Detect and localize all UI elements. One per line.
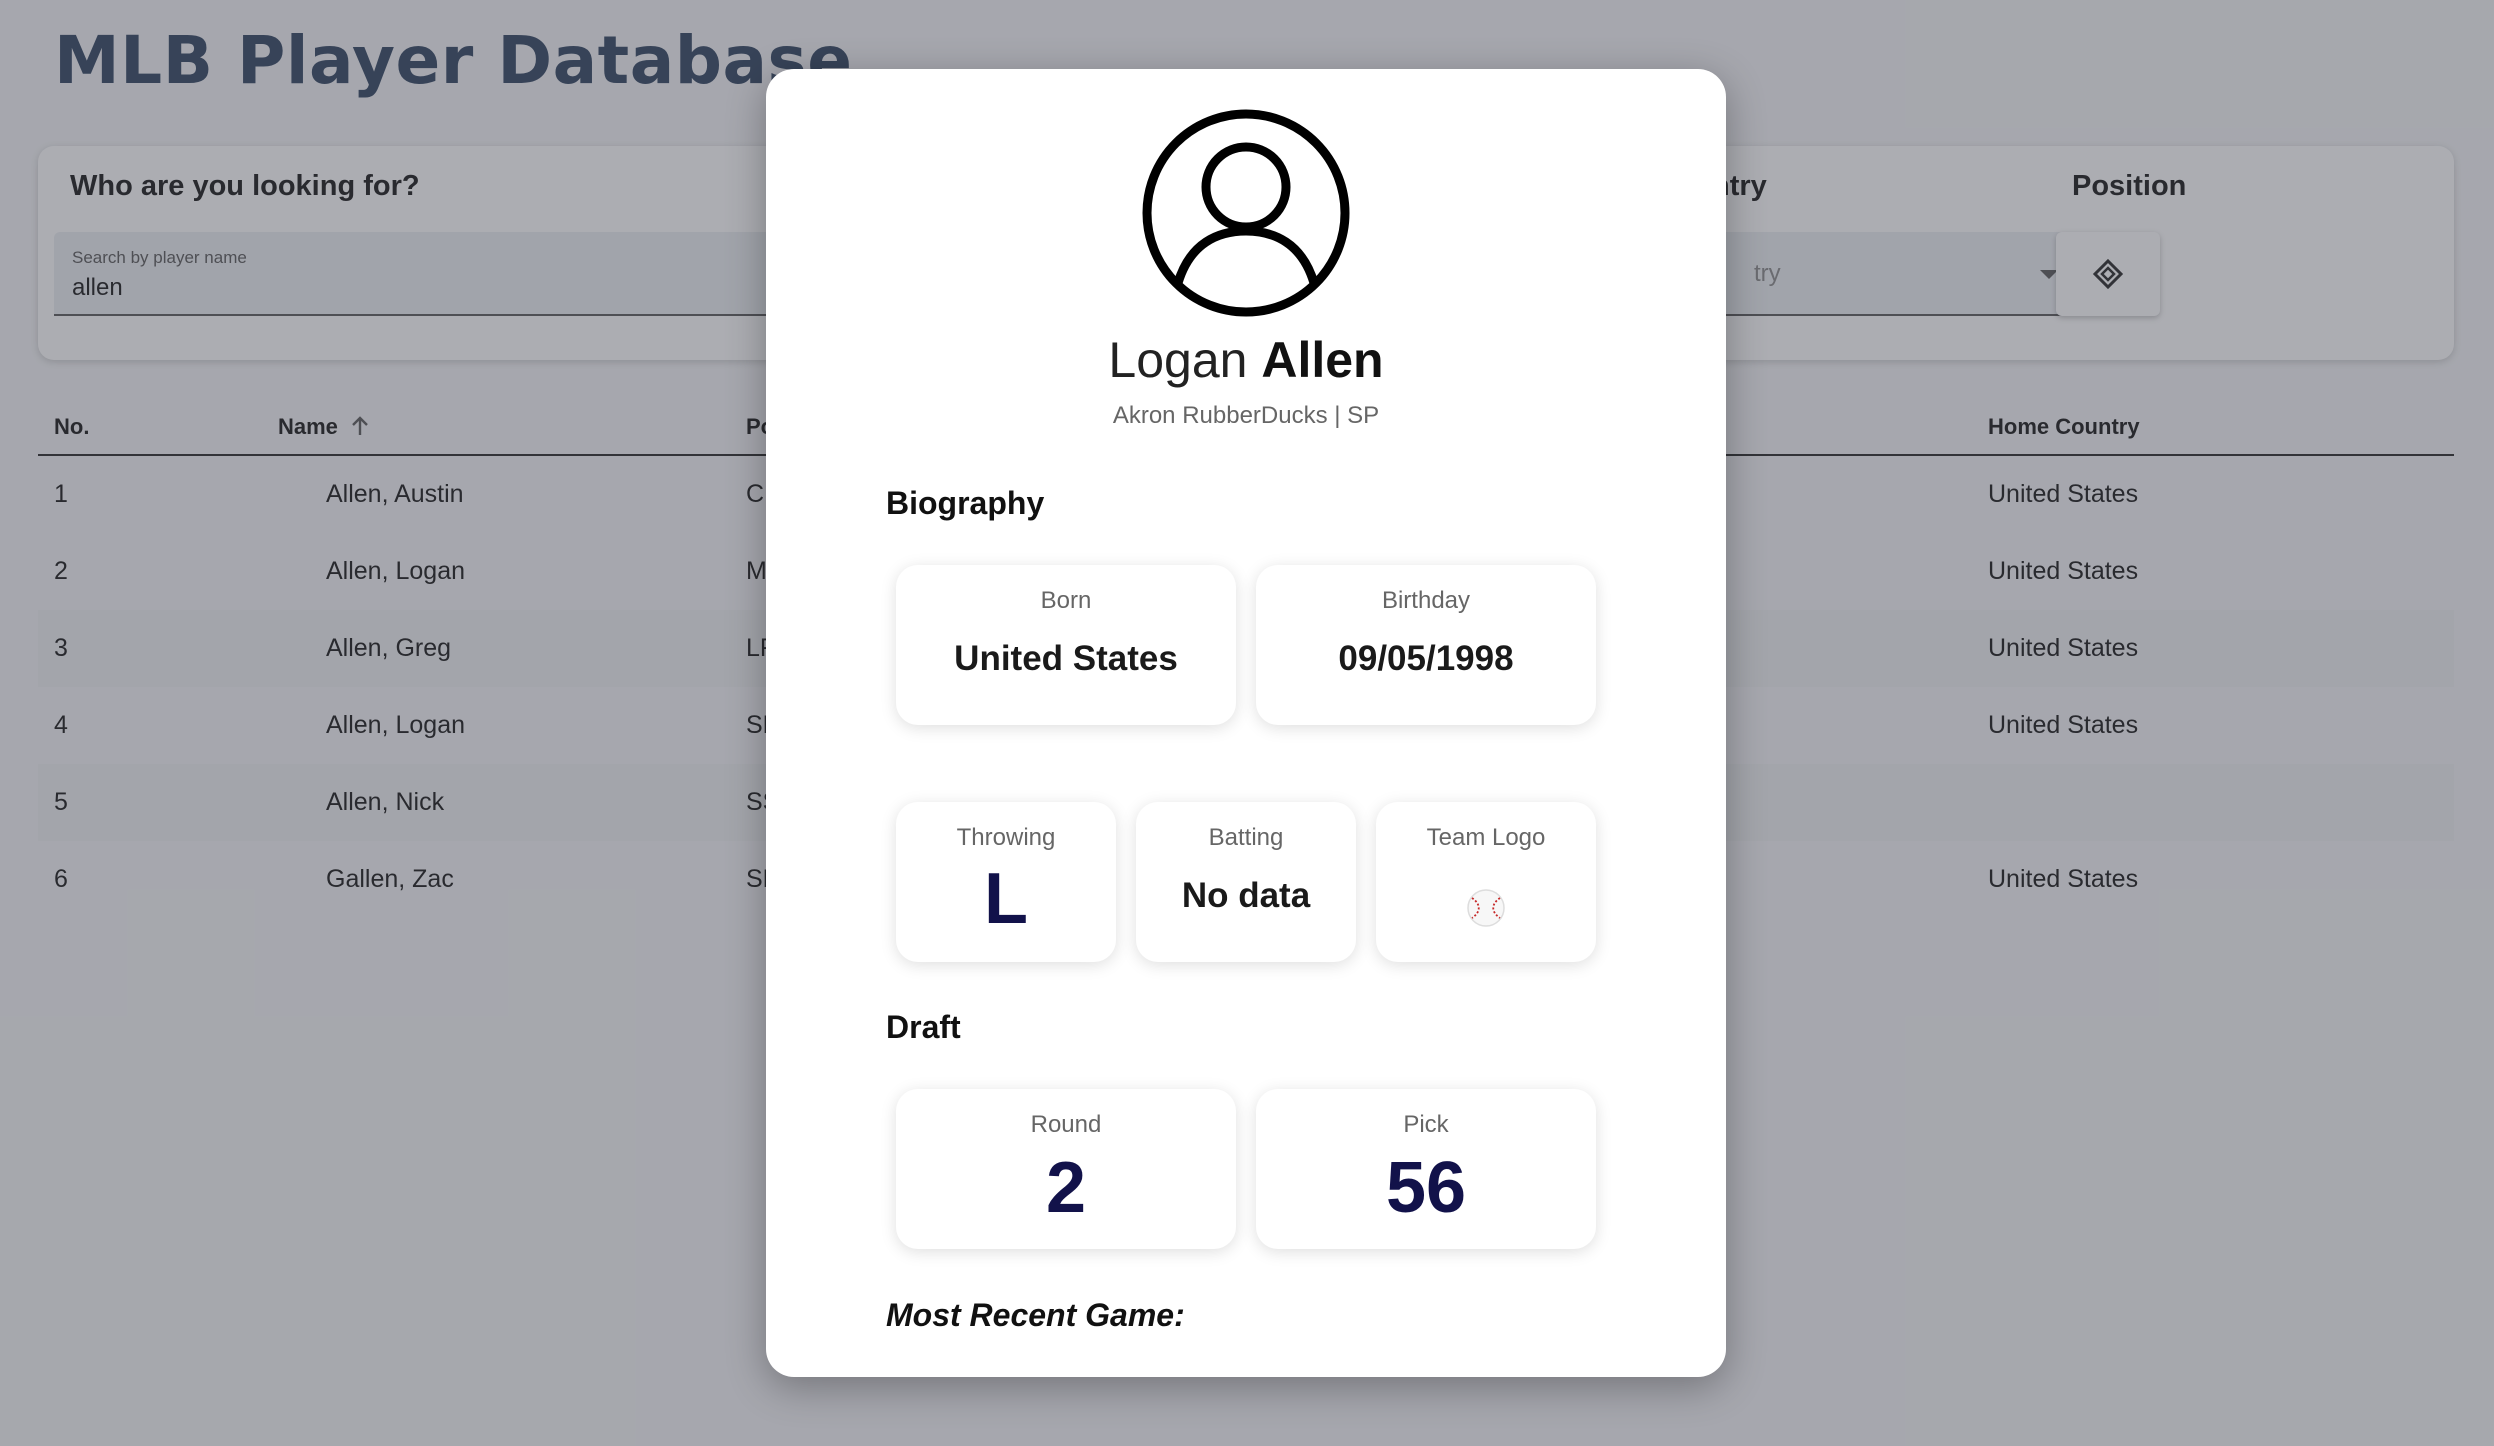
birthday-label: Birthday: [1381, 587, 1471, 614]
pick-card: Pick 56: [1256, 1089, 1596, 1249]
pick-value: 56: [1385, 1148, 1467, 1228]
throwing-card: Throwing L: [896, 802, 1116, 962]
born-card: Born United States: [896, 565, 1236, 725]
team-logo-label: Team Logo: [1426, 824, 1546, 851]
pick-label: Pick: [1403, 1111, 1449, 1138]
round-card: Round 2: [896, 1089, 1236, 1249]
baseball-icon: [1467, 889, 1505, 927]
biography-title: Biography: [886, 485, 1045, 521]
throwing-label: Throwing: [956, 824, 1056, 851]
player-name: Logan Allen: [766, 331, 1726, 389]
birthday-card: Birthday 09/05/1998: [1256, 565, 1596, 725]
round-label: Round: [1030, 1111, 1102, 1138]
player-detail-modal: Logan Allen Akron RubberDucks | SP Biogr…: [766, 69, 1726, 1377]
batting-card: Batting No data: [1136, 802, 1356, 962]
throwing-value: L: [984, 859, 1028, 939]
team-logo-card: Team Logo: [1376, 802, 1596, 962]
birthday-value: 09/05/1998: [1338, 639, 1514, 678]
draft-title: Draft: [886, 1009, 961, 1045]
player-first-name: Logan: [1108, 332, 1248, 388]
player-last-name: Allen: [1261, 332, 1384, 388]
born-value: United States: [954, 639, 1178, 678]
player-team-position: Akron RubberDucks | SP: [1112, 402, 1380, 429]
round-value: 2: [1045, 1148, 1087, 1228]
batting-value: No data: [1181, 876, 1311, 915]
born-label: Born: [1040, 587, 1092, 614]
batting-label: Batting: [1208, 824, 1284, 851]
user-avatar-icon: [1142, 109, 1350, 317]
most-recent-game-title: Most Recent Game:: [886, 1297, 1185, 1333]
